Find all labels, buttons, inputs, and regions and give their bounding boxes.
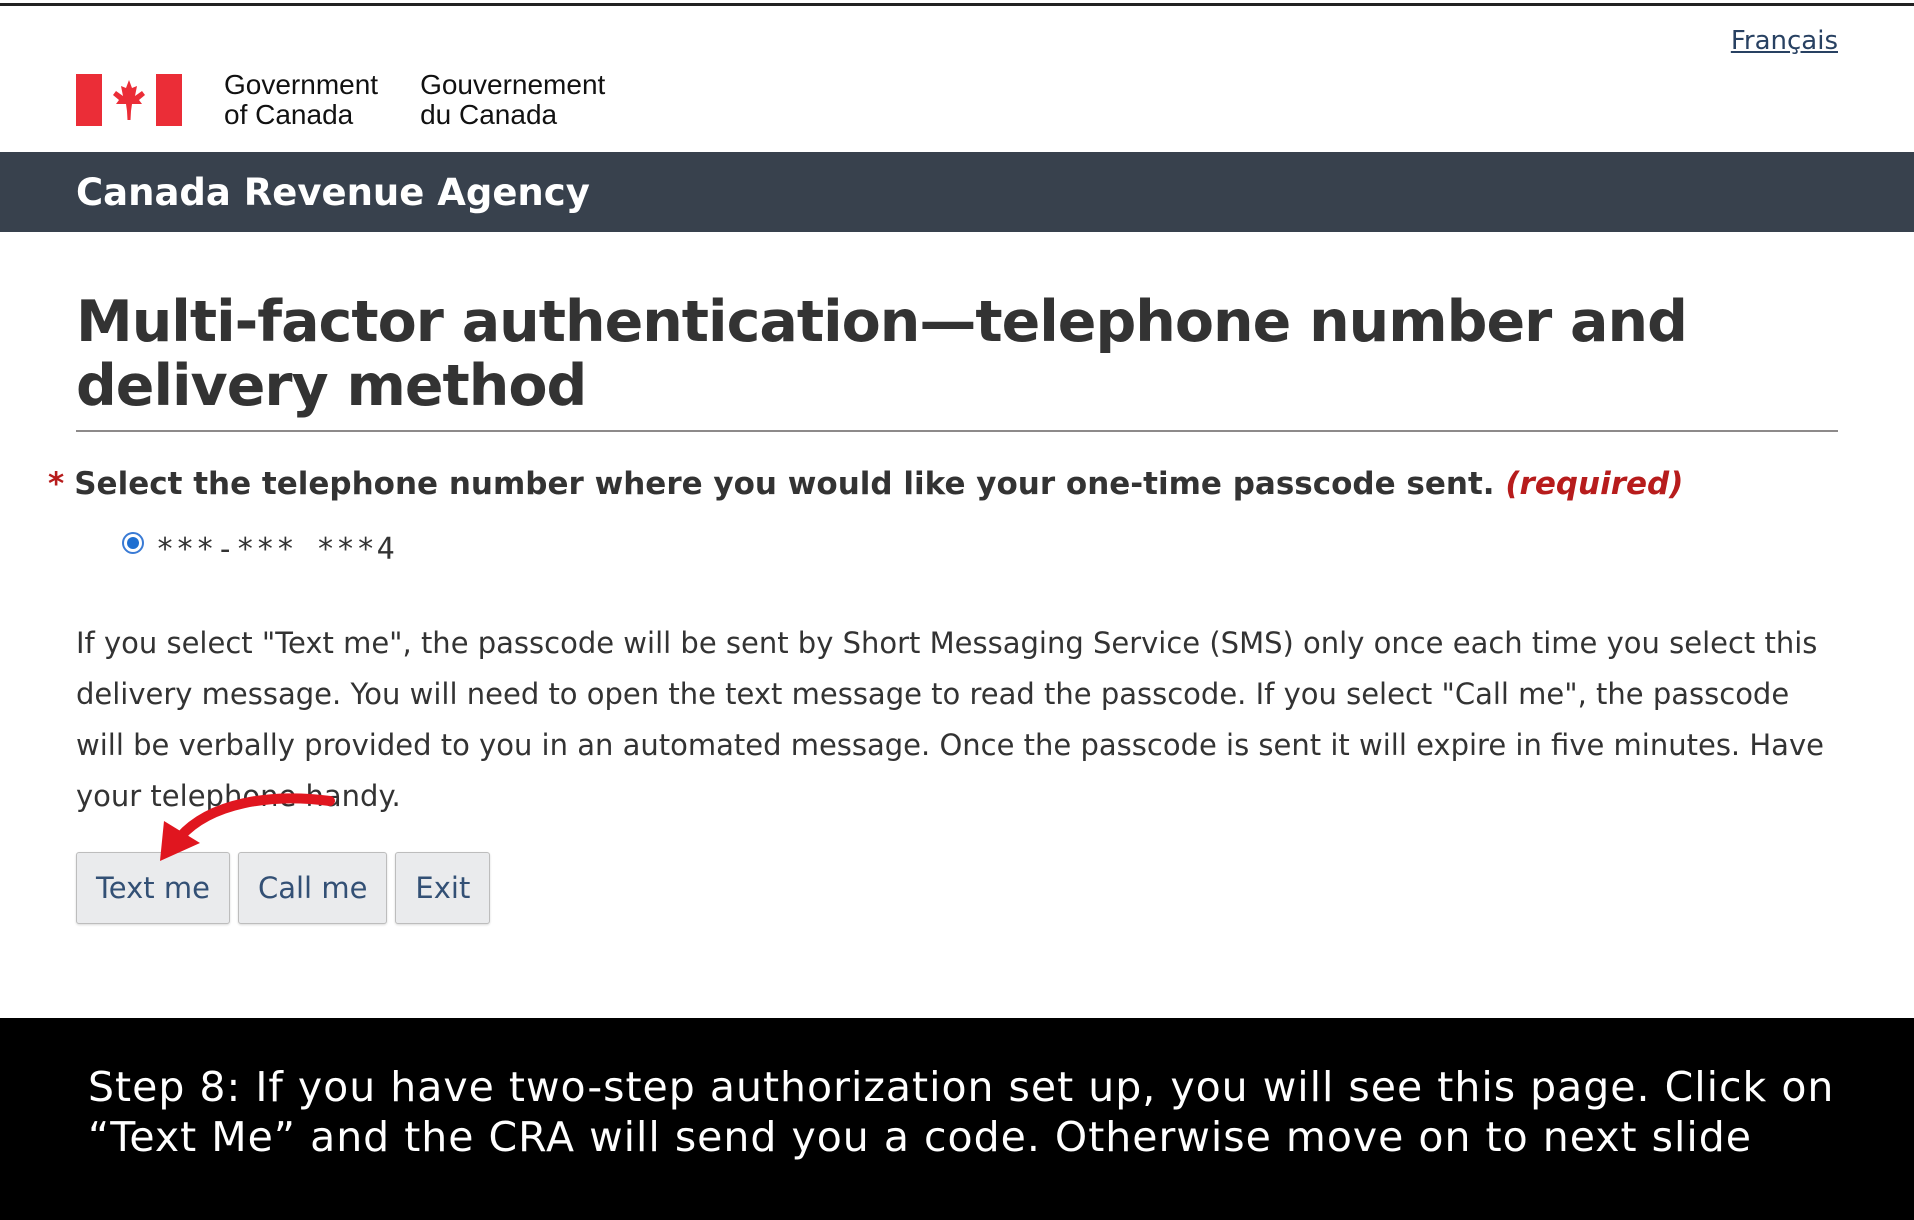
action-buttons: Text me Call me Exit bbox=[76, 852, 491, 924]
top-rule bbox=[0, 0, 1914, 8]
government-signature[interactable]: Government of Canada Gouvernement du Can… bbox=[76, 70, 647, 130]
signature-french: Gouvernement du Canada bbox=[420, 69, 606, 130]
tutorial-caption: Step 8: If you have two-step authorizati… bbox=[0, 1018, 1914, 1220]
signature-english: Government of Canada bbox=[224, 69, 379, 130]
text-me-button[interactable]: Text me bbox=[76, 852, 230, 924]
phone-number-masked: ***-*** ***4 bbox=[156, 532, 397, 567]
phone-option[interactable]: ***-*** ***4 bbox=[122, 531, 397, 567]
agency-title[interactable]: Canada Revenue Agency bbox=[76, 171, 590, 214]
page-title: Multi-factor authentication—telephone nu… bbox=[76, 289, 1688, 419]
call-me-button[interactable]: Call me bbox=[237, 852, 388, 924]
required-text: (required) bbox=[1505, 466, 1684, 502]
agency-banner: Canada Revenue Agency bbox=[0, 152, 1914, 232]
required-marker: * bbox=[48, 466, 65, 502]
language-toggle-link[interactable]: Français bbox=[1731, 26, 1838, 56]
caption-text: Step 8: If you have two-step authorizati… bbox=[88, 1063, 1835, 1161]
exit-button[interactable]: Exit bbox=[395, 852, 491, 924]
title-divider bbox=[76, 430, 1838, 432]
question-text: Select the telephone number where you wo… bbox=[74, 466, 1495, 502]
canada-flag-icon bbox=[76, 74, 182, 126]
phone-question-label: * Select the telephone number where you w… bbox=[48, 466, 1683, 502]
phone-radio-button[interactable] bbox=[122, 531, 144, 554]
delivery-info-text: If you select "Text me", the passcode wi… bbox=[76, 626, 1824, 813]
